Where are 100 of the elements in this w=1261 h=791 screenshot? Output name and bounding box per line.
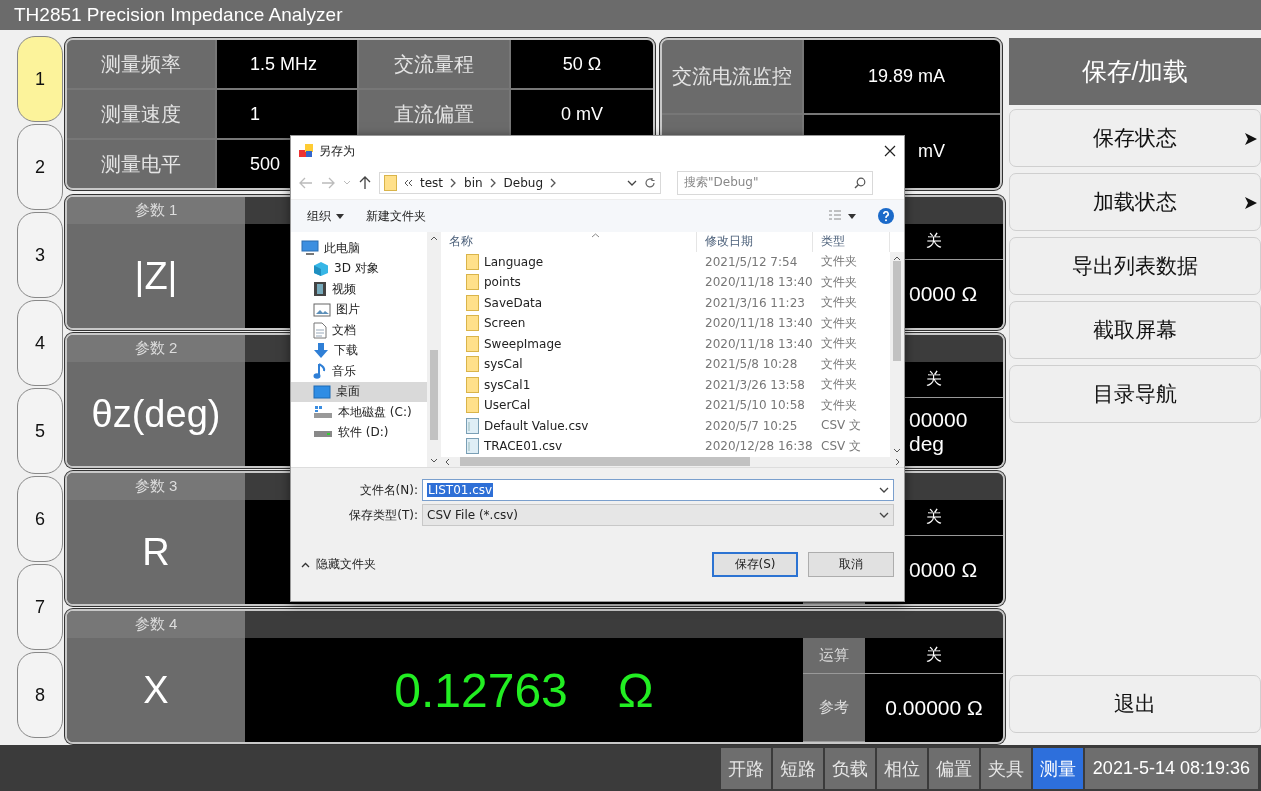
page-tab[interactable]: 5 <box>17 388 63 474</box>
file-name[interactable]: sysCal <box>484 357 523 372</box>
date-time: 2021-5-14 08:19:36 <box>1084 748 1258 789</box>
address-bar[interactable]: test bin Debug <box>379 171 661 194</box>
path-segment[interactable]: test <box>420 175 444 190</box>
nav-item[interactable]: 桌面 <box>291 381 427 402</box>
dialog-title: 另存为 <box>319 142 356 160</box>
page-tab[interactable]: 3 <box>17 212 63 298</box>
scroll-right-icon[interactable] <box>895 457 900 466</box>
status-button[interactable]: 相位 <box>876 748 927 789</box>
file-name[interactable]: Language <box>484 254 544 269</box>
page-tab[interactable]: 4 <box>17 300 63 386</box>
menu-button[interactable]: 加载状态 <box>1009 173 1261 231</box>
scroll-up-icon[interactable] <box>430 236 438 241</box>
file-type: CSV 文 <box>820 417 863 435</box>
file-icon <box>466 438 479 455</box>
parameter-name[interactable]: R <box>67 500 245 604</box>
page-tab[interactable]: 7 <box>17 564 63 650</box>
status-button[interactable]: 夹具 <box>980 748 1031 789</box>
status-button[interactable]: 偏置 <box>928 748 979 789</box>
status-button[interactable]: 短路 <box>772 748 823 789</box>
file-date: 2020/11/18 13:40 <box>704 336 813 351</box>
file-name[interactable]: points <box>484 275 521 290</box>
file-name[interactable]: SweepImage <box>484 336 562 351</box>
file-date: 2021/5/10 10:58 <box>704 398 806 413</box>
nav-item[interactable]: 视频 <box>291 279 427 300</box>
scroll-up-icon[interactable] <box>893 255 901 261</box>
refresh-icon[interactable] <box>644 176 656 189</box>
scrollbar-thumb[interactable] <box>893 260 901 361</box>
scroll-down-icon[interactable] <box>893 447 901 453</box>
column-header[interactable]: 类型 <box>813 232 890 252</box>
menu-button[interactable]: 目录导航 <box>1009 365 1261 423</box>
file-type-dropdown[interactable]: CSV File (*.csv) <box>422 504 894 526</box>
nav-item[interactable]: 下载 <box>291 340 427 361</box>
menu-button[interactable]: 导出列表数据 <box>1009 237 1261 295</box>
nav-item[interactable]: 文档 <box>291 320 427 341</box>
search-field[interactable]: 搜索"Debug" <box>677 170 873 195</box>
nav-item[interactable]: 3D 对象 <box>291 258 427 279</box>
status-button[interactable]: 测量 <box>1032 748 1083 789</box>
math-value[interactable]: 关 <box>865 638 1003 674</box>
close-icon[interactable] <box>884 145 896 157</box>
setting-value[interactable]: 50 Ω <box>511 40 653 88</box>
setting-value[interactable]: 1.5 MHz <box>217 40 357 88</box>
nav-item[interactable]: 软件 (D:) <box>291 422 427 443</box>
scrollbar-thumb[interactable] <box>430 349 438 440</box>
page-tab[interactable]: 8 <box>17 652 63 738</box>
hide-folders-toggle[interactable]: 隐藏文件夹 <box>301 556 376 573</box>
file-date: 2020/11/18 13:40 <box>704 316 813 331</box>
parameter-name[interactable]: X <box>67 638 245 742</box>
setting-label: 测量频率 <box>67 40 215 88</box>
dialog-button[interactable]: 保存(S) <box>712 552 798 577</box>
reference-value[interactable]: 0.00000 Ω <box>865 674 1003 742</box>
file-date: 2020/5/7 10:25 <box>704 418 799 433</box>
file-name[interactable]: Default Value.csv <box>484 418 589 433</box>
scroll-down-icon[interactable] <box>430 458 438 463</box>
file-name[interactable]: Screen <box>484 316 526 331</box>
music-note-icon <box>313 362 327 380</box>
nav-item[interactable]: 本地磁盘 (C:) <box>291 402 427 423</box>
setting-value[interactable]: 1 <box>217 90 357 138</box>
file-date: 2021/5/8 10:28 <box>704 357 799 372</box>
nav-item[interactable]: 音乐 <box>291 361 427 382</box>
file-type: 文件夹 <box>820 273 858 291</box>
scroll-left-icon[interactable] <box>445 457 450 466</box>
up-arrow-icon[interactable] <box>359 175 371 190</box>
dialog-button[interactable]: 取消 <box>808 552 894 577</box>
nav-item[interactable]: 图片 <box>291 299 427 320</box>
menu-button[interactable]: 截取屏幕 <box>1009 301 1261 359</box>
setting-value[interactable]: 0 mV <box>511 90 653 138</box>
exit-button[interactable]: 退出 <box>1009 675 1261 733</box>
column-header[interactable]: 修改日期 <box>697 232 813 252</box>
folder-icon <box>466 356 479 373</box>
file-name[interactable]: TRACE01.csv <box>484 439 563 454</box>
parameter-name[interactable]: θz(deg) <box>67 362 245 466</box>
sort-caret-icon <box>591 233 600 238</box>
chevron-icon <box>550 177 558 188</box>
view-options-icon[interactable] <box>828 210 856 222</box>
arrow-icon <box>1244 196 1258 210</box>
file-name[interactable]: sysCal1 <box>484 377 531 392</box>
help-icon[interactable] <box>878 208 894 224</box>
measurement-value: 0.12763 <box>394 662 568 718</box>
page-tab[interactable]: 6 <box>17 476 63 562</box>
page-tab[interactable]: 2 <box>17 124 63 210</box>
parameter-name[interactable]: |Z| <box>67 224 245 328</box>
caret-icon <box>301 561 310 568</box>
folder-icon <box>466 294 479 311</box>
page-tab[interactable]: 1 <box>17 36 63 122</box>
organize-menu[interactable]: 组织 <box>307 207 344 225</box>
status-button[interactable]: 开路 <box>720 748 771 789</box>
new-folder-button[interactable]: 新建文件夹 <box>366 207 426 225</box>
menu-button[interactable]: 保存状态 <box>1009 109 1261 167</box>
column-header[interactable]: 名称 <box>441 232 697 252</box>
status-button[interactable]: 负载 <box>824 748 875 789</box>
file-name[interactable]: UserCal <box>484 398 531 413</box>
path-segment[interactable]: bin <box>464 175 483 190</box>
nav-item[interactable]: 此电脑 <box>291 238 427 259</box>
filename-field[interactable]: LIST01.csv <box>422 479 894 501</box>
path-segment[interactable]: Debug <box>503 175 544 190</box>
setting-label: 交流量程 <box>359 40 509 88</box>
scrollbar-thumb[interactable] <box>460 457 750 467</box>
file-name[interactable]: SaveData <box>484 295 543 310</box>
